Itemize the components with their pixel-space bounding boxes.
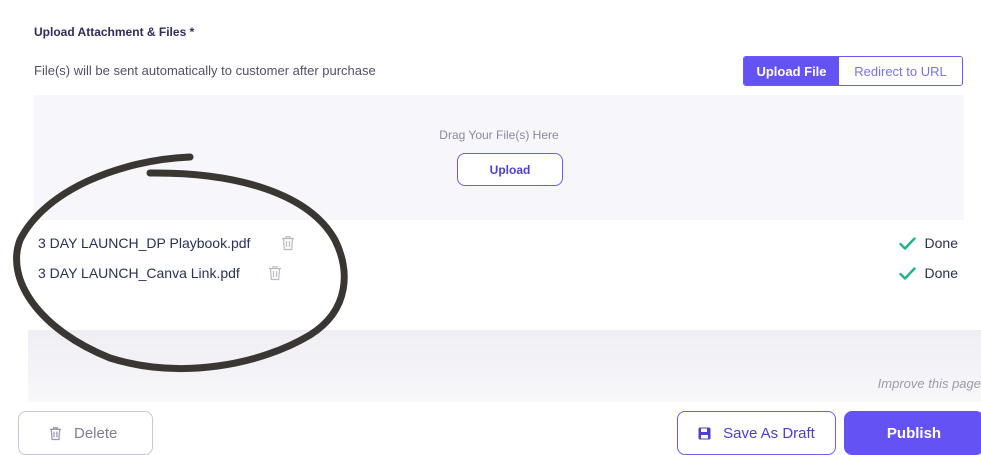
footer-band xyxy=(28,330,981,402)
checkmark-icon xyxy=(898,266,916,280)
attachment-mode-toggle: Upload File Redirect to URL xyxy=(743,56,963,86)
file-status: Done xyxy=(898,235,958,251)
save-as-draft-button[interactable]: Save As Draft xyxy=(677,411,836,455)
publish-button[interactable]: Publish xyxy=(844,411,981,455)
status-label: Done xyxy=(924,235,958,251)
section-title: Upload Attachment & Files * xyxy=(34,25,195,39)
status-label: Done xyxy=(924,265,958,281)
file-row: 3 DAY LAUNCH_DP Playbook.pdf Done xyxy=(38,233,960,255)
attachments-card: Upload Attachment & Files * File(s) will… xyxy=(0,0,981,330)
delete-label: Delete xyxy=(74,424,118,442)
delete-button[interactable]: Delete xyxy=(18,411,153,455)
file-name: 3 DAY LAUNCH_Canva Link.pdf xyxy=(38,265,240,281)
trash-icon xyxy=(49,426,62,440)
trash-icon[interactable] xyxy=(268,265,282,281)
upload-button[interactable]: Upload xyxy=(457,153,563,186)
upload-file-tab[interactable]: Upload File xyxy=(744,57,839,85)
file-row: 3 DAY LAUNCH_Canva Link.pdf Done xyxy=(38,263,960,285)
dropzone-prompt: Drag Your File(s) Here xyxy=(439,128,559,142)
floppy-disk-icon xyxy=(698,427,711,439)
improve-page-link[interactable]: Improve this page xyxy=(878,376,981,391)
file-status: Done xyxy=(898,265,958,281)
checkmark-icon xyxy=(898,236,916,250)
save-as-draft-label: Save As Draft xyxy=(723,424,815,442)
helper-text: File(s) will be sent automatically to cu… xyxy=(34,63,376,78)
redirect-to-url-tab[interactable]: Redirect to URL xyxy=(839,57,962,85)
file-name: 3 DAY LAUNCH_DP Playbook.pdf xyxy=(38,235,251,251)
file-dropzone[interactable]: Drag Your File(s) Here Upload xyxy=(34,95,964,220)
trash-icon[interactable] xyxy=(281,235,295,251)
